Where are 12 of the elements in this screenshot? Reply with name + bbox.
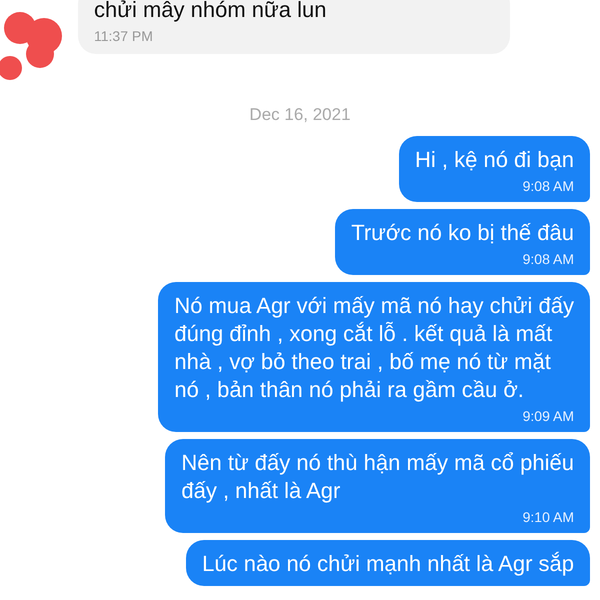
message-time: 11:37 PM [94, 28, 153, 44]
message-time: 9:10 AM [522, 509, 574, 525]
date-separator: Dec 16, 2021 [248, 104, 352, 126]
message-text: Lúc nào nó chửi mạnh nhất là Agr sắp [202, 550, 574, 578]
message-time: 9:08 AM [522, 251, 574, 267]
message-text: chửi mây nhóm nữa lun [94, 0, 328, 24]
message-time: 9:09 AM [522, 408, 574, 424]
message-text: Trước nó ko bị thế đâu [351, 219, 574, 247]
message-text: Nó mua Agr với mấy mã nó hay chửi đấy đúng đỉnh , xong cắt lỗ . kết quả là mất nhà , vợ bỏ theo trai , bố mẹ nó từ mặt nó , bản thân nó phải ra gầm cầu ở. [174, 292, 574, 404]
message-text: Hi , kệ nó đi bạn [415, 146, 574, 174]
message-time: 9:08 AM [522, 178, 574, 194]
message-text: Nên từ đấy nó thù hận mấy mã cổ phiếu đấy , nhất là Agr [181, 449, 574, 505]
